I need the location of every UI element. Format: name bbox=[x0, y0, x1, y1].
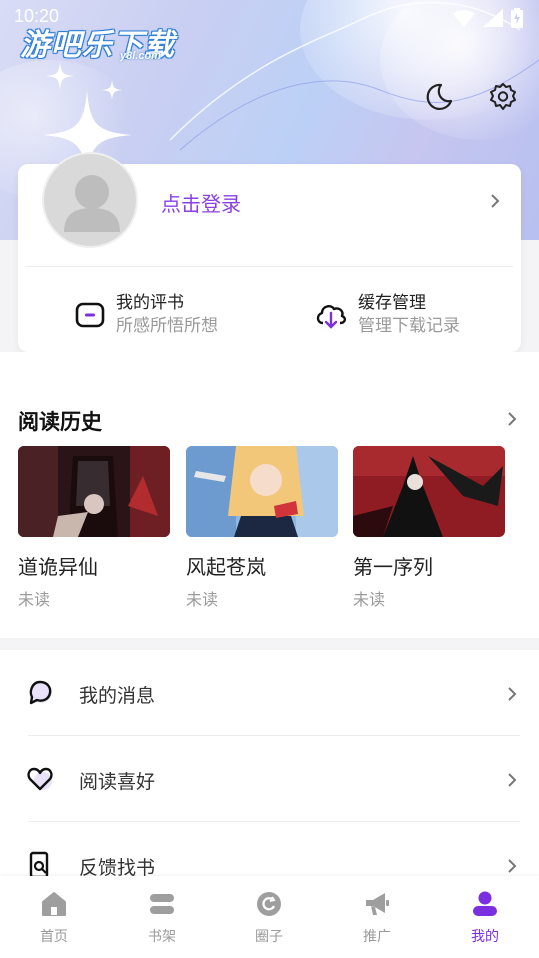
megaphone-icon bbox=[366, 893, 389, 915]
bookshelf-icon bbox=[150, 894, 174, 914]
battery-icon bbox=[511, 8, 523, 28]
book-status: 未读 bbox=[18, 590, 51, 609]
nav-bookshelf[interactable]: 书架 bbox=[122, 890, 202, 946]
quick-title: 缓存管理 bbox=[358, 293, 426, 313]
user-icon bbox=[473, 891, 497, 916]
message-bubble-icon bbox=[29, 680, 52, 705]
chevron-right-icon[interactable] bbox=[488, 194, 502, 208]
bottom-navigation: 首页 书架 圈子 推广 我的 bbox=[0, 876, 539, 958]
night-mode-icon[interactable] bbox=[424, 82, 454, 112]
nav-label: 推广 bbox=[363, 929, 391, 945]
chevron-right-icon[interactable] bbox=[505, 412, 519, 426]
nav-label: 书架 bbox=[148, 929, 176, 945]
book-card[interactable]: 风起苍岚 未读 bbox=[186, 446, 338, 610]
menu-item-reading-preference[interactable]: 阅读喜好 bbox=[0, 736, 539, 822]
nav-promotion[interactable]: 推广 bbox=[337, 890, 417, 946]
logo-subtext: y8l.com bbox=[120, 50, 161, 62]
quick-subtitle: 所感所悟所想 bbox=[116, 316, 218, 336]
section-title: 阅读历史 bbox=[18, 410, 102, 434]
app-logo: 游吧乐下载 y8l.com bbox=[20, 20, 190, 66]
settings-gear-icon[interactable] bbox=[488, 82, 518, 112]
nav-circle[interactable]: 圈子 bbox=[229, 890, 309, 946]
book-title: 风起苍岚 bbox=[186, 555, 266, 579]
settings-menu: 我的消息 阅读喜好 反馈找书 bbox=[0, 650, 539, 880]
chevron-right-icon bbox=[508, 773, 517, 787]
menu-label: 我的消息 bbox=[79, 685, 156, 707]
cloud-download-icon bbox=[316, 305, 347, 329]
book-title: 道诡异仙 bbox=[18, 555, 98, 579]
default-avatar-icon bbox=[64, 175, 120, 232]
cache-management-entry[interactable]: 缓存管理 管理下载记录 bbox=[314, 292, 460, 338]
chevron-right-icon bbox=[508, 687, 517, 701]
menu-item-messages[interactable]: 我的消息 bbox=[0, 650, 539, 736]
comment-square-icon bbox=[75, 302, 105, 328]
book-cover[interactable] bbox=[18, 446, 170, 537]
chevron-right-icon bbox=[508, 859, 517, 873]
nav-label: 首页 bbox=[40, 929, 68, 945]
menu-label: 阅读喜好 bbox=[79, 771, 156, 793]
home-icon bbox=[42, 892, 66, 916]
book-status: 未读 bbox=[186, 590, 219, 609]
login-link[interactable]: 点击登录 bbox=[161, 188, 241, 217]
avatar[interactable] bbox=[42, 152, 138, 248]
quick-subtitle: 管理下载记录 bbox=[358, 316, 460, 336]
nav-label: 我的 bbox=[471, 929, 499, 945]
nav-label: 圈子 bbox=[255, 929, 283, 945]
book-card[interactable]: 道诡异仙 未读 bbox=[18, 446, 170, 610]
heart-icon bbox=[27, 767, 53, 791]
login-card: 点击登录 我的评书 所感所悟所想 缓存管理 管理下载记录 bbox=[18, 152, 521, 352]
reading-history-section: 阅读历史 道诡异仙 未读 风起苍岚 未读 第一序列 未读 bbox=[0, 352, 539, 638]
quick-title: 我的评书 bbox=[116, 293, 184, 313]
book-status: 未读 bbox=[353, 590, 386, 609]
nav-mine[interactable]: 我的 bbox=[445, 890, 525, 946]
nav-home[interactable]: 首页 bbox=[14, 890, 94, 946]
signal-icon bbox=[483, 9, 503, 27]
book-cover[interactable] bbox=[186, 446, 338, 537]
search-document-icon bbox=[29, 851, 49, 879]
circle-icon bbox=[257, 892, 281, 916]
my-reviews-entry[interactable]: 我的评书 所感所悟所想 bbox=[74, 292, 218, 338]
book-title: 第一序列 bbox=[353, 555, 433, 579]
card-divider bbox=[26, 266, 513, 267]
book-card[interactable]: 第一序列 未读 bbox=[353, 446, 505, 610]
wifi-icon bbox=[453, 10, 475, 27]
book-cover[interactable] bbox=[353, 446, 505, 537]
